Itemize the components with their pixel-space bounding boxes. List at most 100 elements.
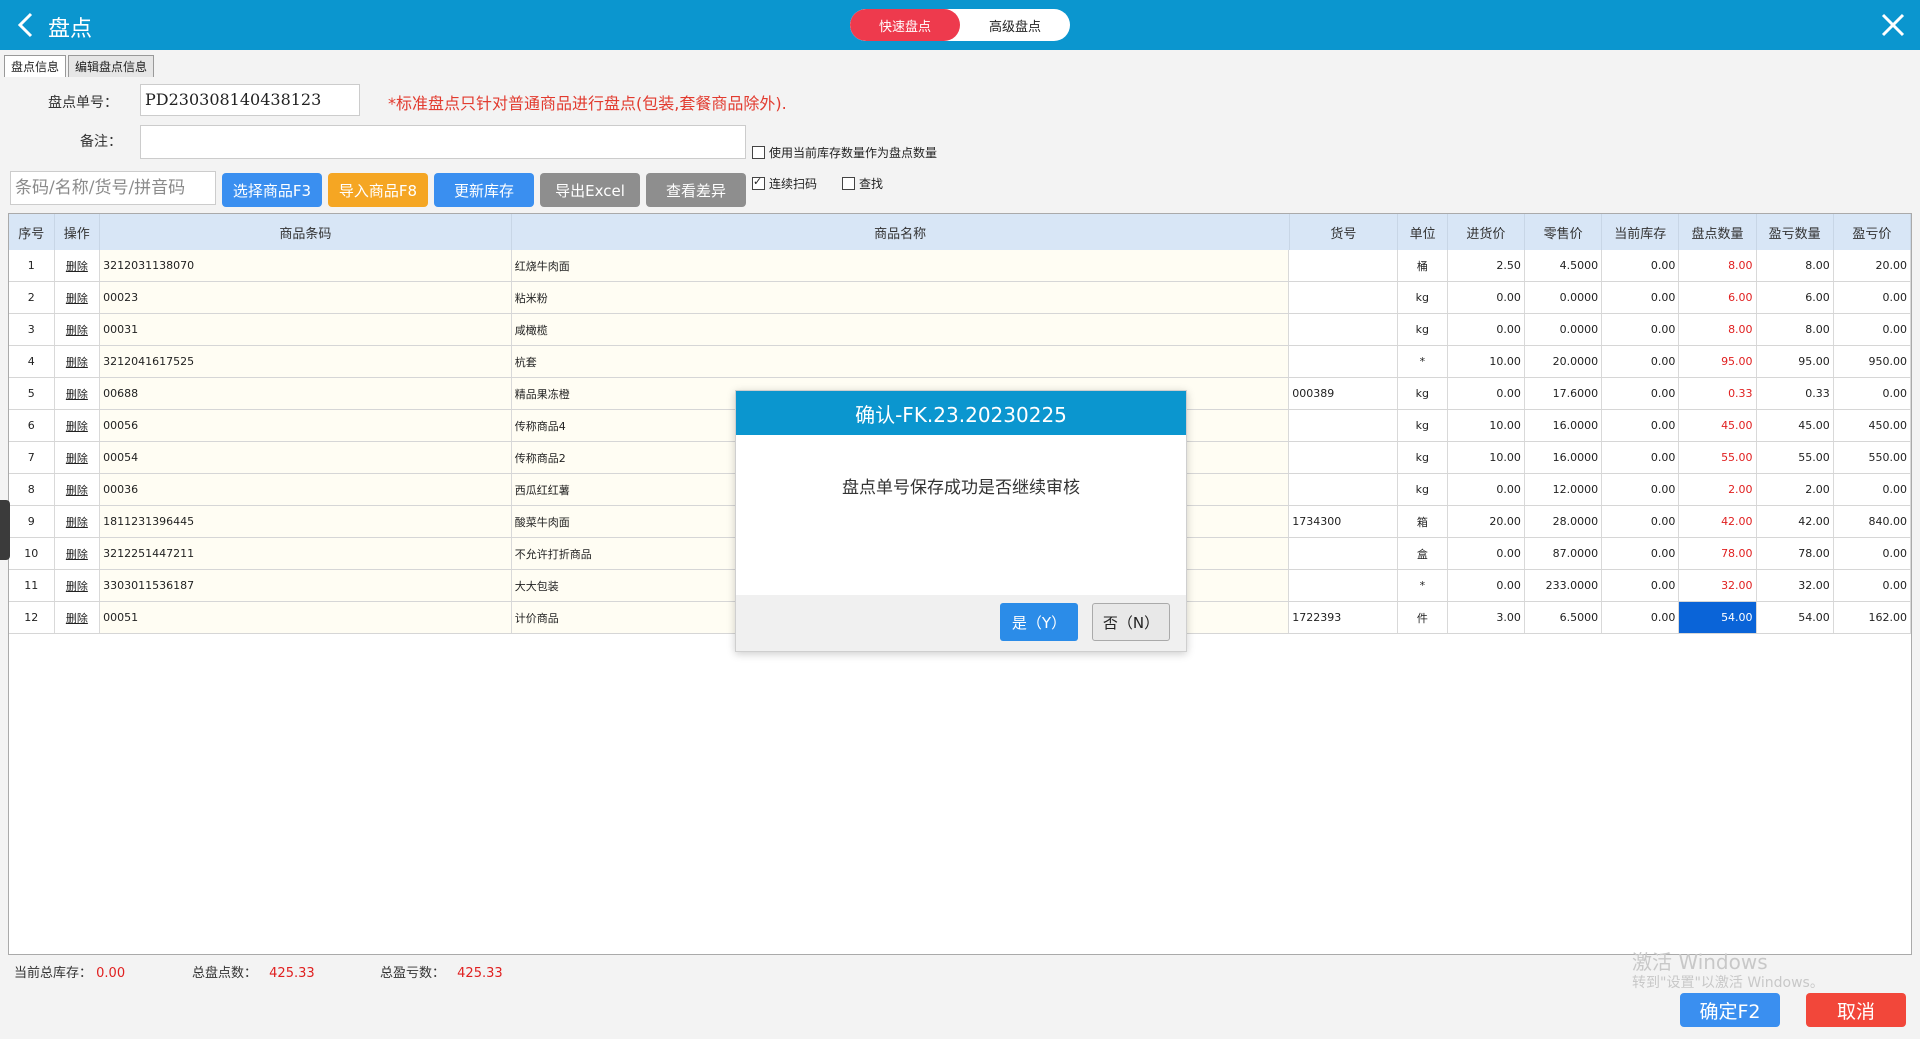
column-header[interactable]: 进货价 bbox=[1448, 214, 1526, 250]
diff-amount-cell: 550.00 bbox=[1834, 442, 1912, 473]
view-diff-button[interactable]: 查看差异 bbox=[646, 173, 746, 207]
row-number: 11 bbox=[9, 570, 55, 601]
tab-count-info[interactable]: 盘点信息 bbox=[4, 55, 67, 77]
tab-strip: 盘点信息 编辑盘点信息 bbox=[4, 55, 155, 77]
retail-price-cell: 0.0000 bbox=[1525, 282, 1603, 313]
continuous-scan-checkbox[interactable]: 连续扫码 bbox=[752, 175, 817, 192]
column-header[interactable]: 盈亏价 bbox=[1834, 214, 1911, 250]
unit-cell: * bbox=[1398, 570, 1448, 601]
column-header[interactable]: 当前库存 bbox=[1602, 214, 1680, 250]
delete-link[interactable]: 删除 bbox=[55, 314, 101, 345]
use-stock-checkbox[interactable]: 使用当前库存数量作为盘点数量 bbox=[752, 144, 937, 161]
count-qty-cell[interactable]: 8.00 bbox=[1679, 314, 1757, 345]
segment-advanced-count[interactable]: 高级盘点 bbox=[960, 9, 1070, 41]
cancel-button[interactable]: 取消 bbox=[1806, 993, 1906, 1027]
count-qty-cell[interactable]: 95.00 bbox=[1679, 346, 1757, 377]
order-no-field[interactable]: PD230308140438123 bbox=[140, 84, 360, 116]
cost-price-cell: 10.00 bbox=[1448, 442, 1525, 473]
row-number: 3 bbox=[9, 314, 55, 345]
row-number: 2 bbox=[9, 282, 55, 313]
row-number: 1 bbox=[9, 250, 55, 281]
segment-quick-count[interactable]: 快速盘点 bbox=[850, 9, 960, 41]
current-stock-cell: 0.00 bbox=[1602, 570, 1680, 601]
current-stock-cell: 0.00 bbox=[1602, 442, 1680, 473]
column-header[interactable]: 货号 bbox=[1290, 214, 1399, 250]
table-row[interactable]: 1 删除 3212031138070 红烧牛肉面桶 2.50 4.5000 0.00 8.00… bbox=[9, 250, 1912, 282]
total-diff-label: 总盈亏数： bbox=[380, 966, 446, 981]
barcode-cell: 00023 bbox=[100, 282, 512, 313]
delete-link[interactable]: 删除 bbox=[55, 282, 101, 313]
find-checkbox[interactable]: 查找 bbox=[842, 175, 883, 192]
sku-cell bbox=[1289, 250, 1399, 281]
delete-link[interactable]: 删除 bbox=[55, 474, 101, 505]
delete-link[interactable]: 删除 bbox=[55, 410, 101, 441]
delete-link[interactable]: 删除 bbox=[55, 538, 101, 569]
dialog-footer: 是（Y） 否（N） bbox=[736, 595, 1186, 651]
sku-cell bbox=[1289, 474, 1399, 505]
product-name-cell: 杭套 bbox=[511, 346, 1290, 377]
table-header: 序号 操作 商品条码 商品名称 货号 单位 进货价 零售价 当前库存 盘点数量 盈亏数量 盈亏价 bbox=[9, 214, 1911, 250]
side-drawer-handle[interactable] bbox=[0, 500, 10, 560]
column-header[interactable]: 商品名称 bbox=[512, 214, 1290, 250]
search-input[interactable]: 条码/名称/货号/拼音码 bbox=[10, 171, 216, 205]
total-count-value: 425.33 bbox=[269, 966, 315, 981]
diff-qty-cell: 2.00 bbox=[1757, 474, 1834, 505]
diff-amount-cell: 0.00 bbox=[1834, 570, 1912, 601]
column-header[interactable]: 序号 bbox=[9, 214, 55, 250]
barcode-cell: 1811231396445 bbox=[100, 506, 512, 537]
remark-label: 备注： bbox=[80, 134, 122, 150]
cost-price-cell: 0.00 bbox=[1448, 282, 1525, 313]
confirm-button[interactable]: 确定F2 bbox=[1680, 993, 1780, 1027]
sku-cell bbox=[1289, 570, 1399, 601]
column-header[interactable]: 盈亏数量 bbox=[1757, 214, 1834, 250]
table-row[interactable]: 2 删除 00023 粘米粉 kg 0.00 0.0000 0.00 6.00 6.00 0.00 bbox=[9, 282, 1912, 314]
current-stock-cell: 0.00 bbox=[1602, 538, 1680, 569]
export-excel-button[interactable]: 导出Excel bbox=[540, 173, 640, 207]
column-header[interactable]: 单位 bbox=[1398, 214, 1448, 250]
continuous-scan-box[interactable] bbox=[752, 175, 765, 190]
tab-edit-count-info[interactable]: 编辑盘点信息 bbox=[68, 55, 155, 77]
select-goods-button[interactable]: 选择商品F3 bbox=[222, 173, 322, 207]
table-row[interactable]: 3 删除 00031 咸橄榄 kg 0.00 0.0000 0.00 8.00 8.00 0.00 bbox=[9, 314, 1912, 346]
delete-link[interactable]: 删除 bbox=[55, 506, 101, 537]
column-header[interactable]: 商品条码 bbox=[100, 214, 512, 250]
use-stock-box[interactable] bbox=[752, 146, 765, 159]
count-qty-cell[interactable]: 8.00 bbox=[1679, 250, 1757, 281]
delete-link[interactable]: 删除 bbox=[55, 442, 101, 473]
dialog-title: 确认-FK.23.20230225 bbox=[736, 391, 1186, 435]
find-box[interactable] bbox=[842, 177, 855, 190]
diff-qty-cell: 6.00 bbox=[1757, 282, 1834, 313]
count-qty-cell[interactable]: 0.33 bbox=[1679, 378, 1757, 409]
count-qty-cell[interactable]: 78.00 bbox=[1679, 538, 1757, 569]
delete-link[interactable]: 删除 bbox=[55, 346, 101, 377]
remark-field[interactable] bbox=[140, 125, 746, 159]
column-header[interactable]: 盘点数量 bbox=[1679, 214, 1757, 250]
count-qty-cell[interactable]: 45.00 bbox=[1679, 410, 1757, 441]
column-header[interactable]: 零售价 bbox=[1525, 214, 1603, 250]
back-arrow-icon[interactable] bbox=[12, 10, 42, 40]
count-qty-cell[interactable]: 42.00 bbox=[1679, 506, 1757, 537]
unit-cell: kg bbox=[1398, 442, 1448, 473]
unit-cell: 件 bbox=[1398, 602, 1448, 633]
cost-price-cell: 2.50 bbox=[1448, 250, 1525, 281]
sku-cell bbox=[1289, 282, 1399, 313]
unit-cell: 箱 bbox=[1398, 506, 1448, 537]
barcode-cell: 00054 bbox=[100, 442, 512, 473]
delete-link[interactable]: 删除 bbox=[55, 250, 101, 281]
delete-link[interactable]: 删除 bbox=[55, 570, 101, 601]
count-qty-cell[interactable]: 54.00 bbox=[1679, 602, 1757, 633]
delete-link[interactable]: 删除 bbox=[55, 378, 101, 409]
column-header[interactable]: 操作 bbox=[55, 214, 101, 250]
import-goods-button[interactable]: 导入商品F8 bbox=[328, 173, 428, 207]
sku-cell: 1734300 bbox=[1289, 506, 1399, 537]
dialog-yes-button[interactable]: 是（Y） bbox=[1000, 603, 1078, 641]
update-stock-button[interactable]: 更新库存 bbox=[434, 173, 534, 207]
count-qty-cell[interactable]: 2.00 bbox=[1679, 474, 1757, 505]
count-qty-cell[interactable]: 55.00 bbox=[1679, 442, 1757, 473]
count-qty-cell[interactable]: 6.00 bbox=[1679, 282, 1757, 313]
delete-link[interactable]: 删除 bbox=[55, 602, 101, 633]
close-icon[interactable] bbox=[1876, 8, 1910, 42]
dialog-no-button[interactable]: 否（N） bbox=[1092, 603, 1170, 641]
count-qty-cell[interactable]: 32.00 bbox=[1679, 570, 1757, 601]
table-row[interactable]: 4 删除 3212041617525 杭套 * 10.00 20.0000 0.00 95.00… bbox=[9, 346, 1912, 378]
